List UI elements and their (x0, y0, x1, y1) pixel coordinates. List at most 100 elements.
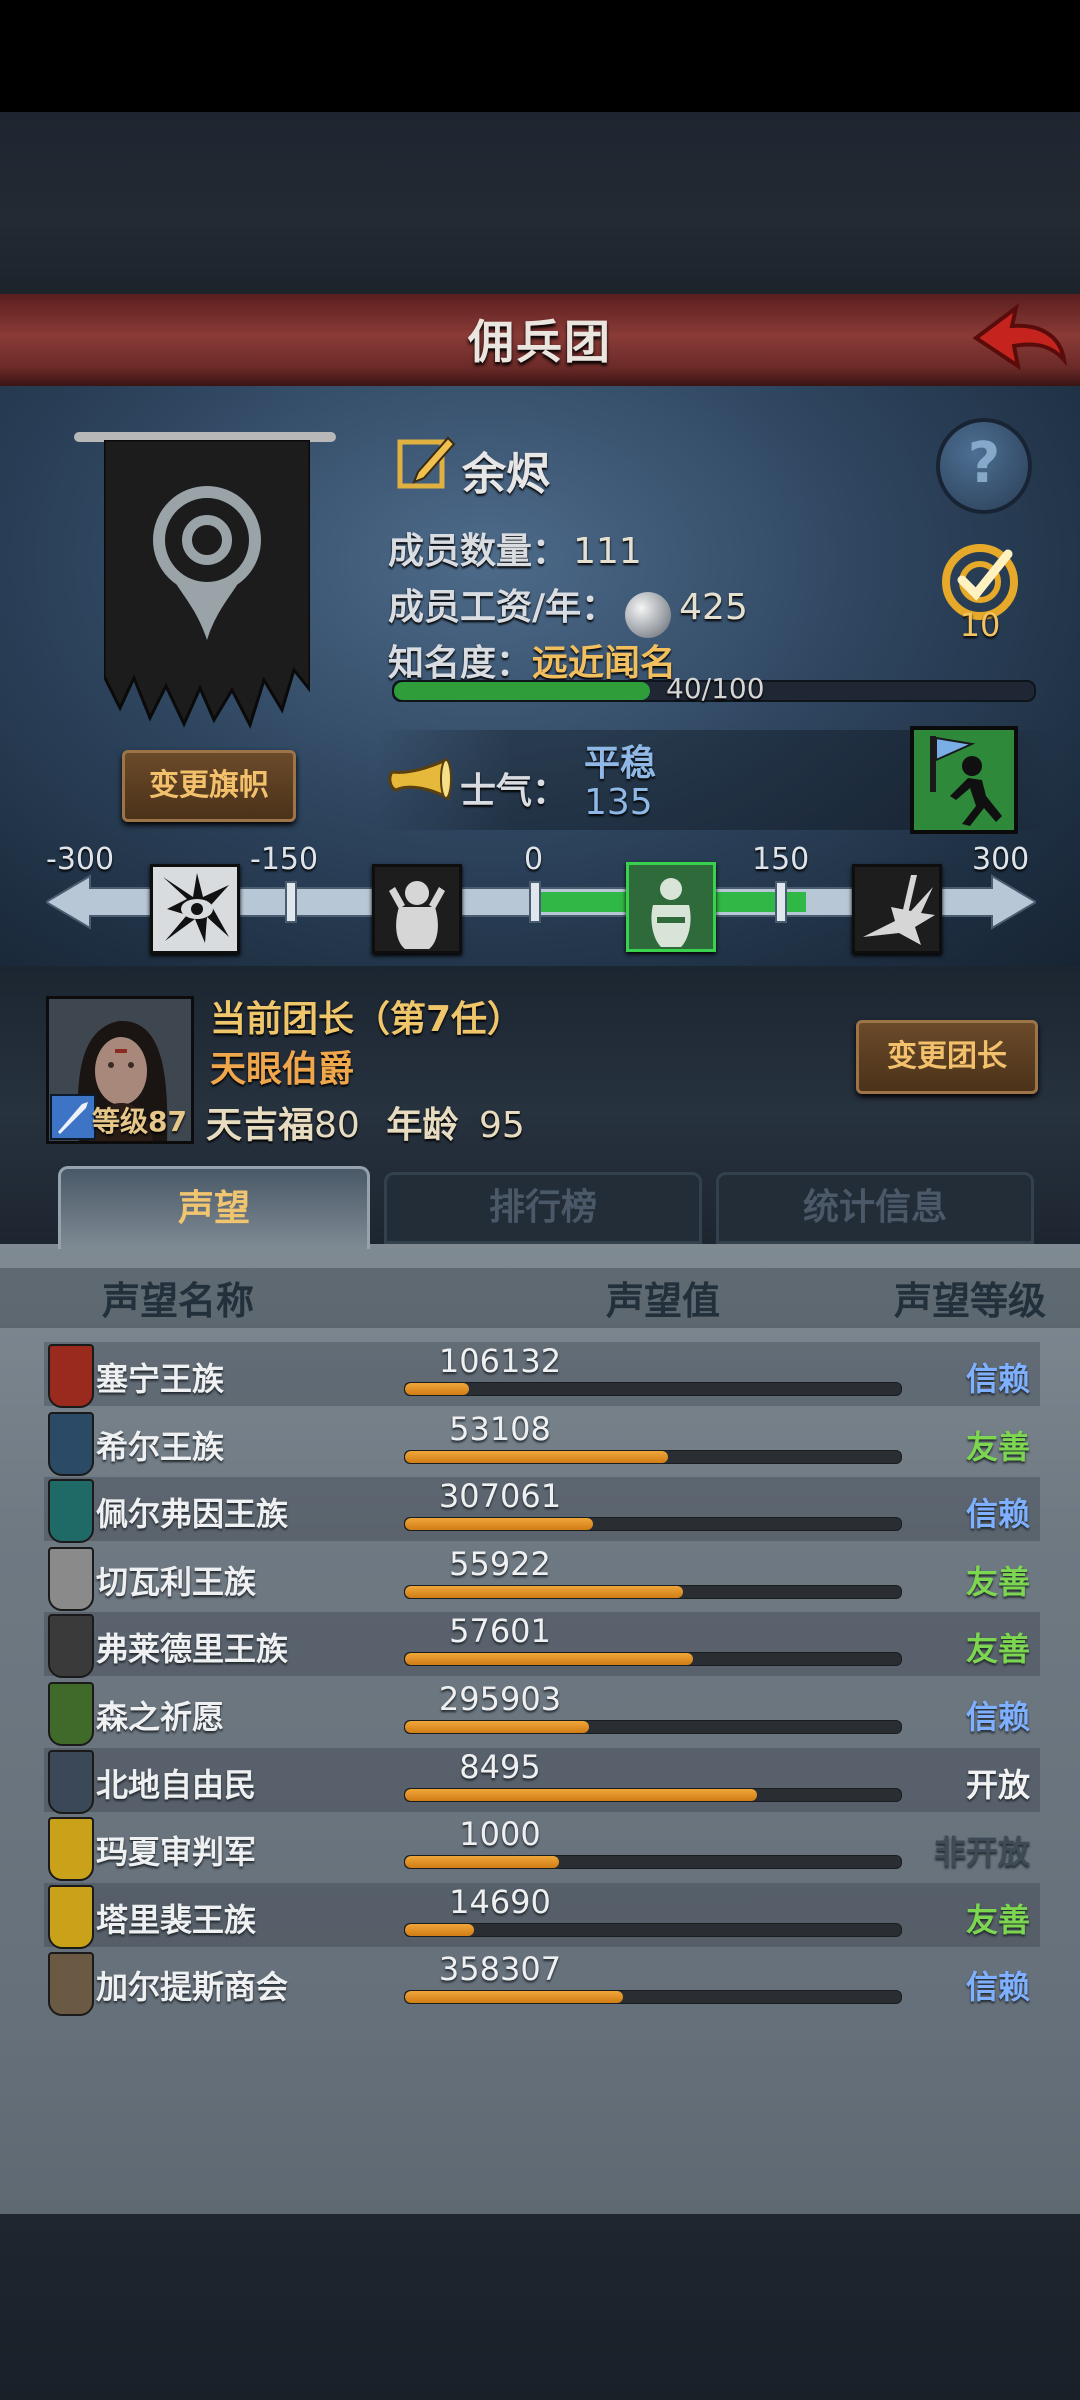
faction-name: 加尔提斯商会 (96, 1968, 289, 2007)
reputation-value: 1000 (459, 1815, 541, 1854)
sword-class-icon (50, 1094, 96, 1140)
faction-name: 弗莱德里王族 (96, 1630, 289, 1669)
reputation-progress-bar (404, 1922, 902, 1937)
back-button[interactable] (968, 300, 1068, 380)
status-bar-area (0, 0, 1080, 112)
faction-name: 希尔王族 (96, 1427, 225, 1466)
reputation-row[interactable]: 玛夏审判军 1000 非开放 (44, 1815, 1040, 1882)
leader-age-value: 95 (478, 1105, 525, 1146)
scale-tick-label: -300 (46, 842, 115, 877)
reputation-progress-fill (405, 1788, 758, 1801)
leader-level: 等级87 (92, 1105, 187, 1138)
change-flag-button[interactable]: 变更旗帜 (122, 750, 296, 822)
reputation-row[interactable]: 塔里裴王族 14690 友善 (44, 1882, 1040, 1949)
page-title: 佣兵团 (468, 315, 612, 369)
faction-crest-icon (48, 1546, 94, 1611)
morale-state-high-icon[interactable] (852, 864, 942, 954)
leader-trait-value: 80 (314, 1105, 360, 1146)
header-backdrop (0, 112, 1080, 294)
header-value: 声望值 (606, 1279, 721, 1323)
guild-banner (102, 438, 312, 730)
reputation-row[interactable]: 加尔提斯商会 358307 信赖 (44, 1950, 1040, 2017)
banner-emblem-icon (102, 438, 312, 729)
reputation-value: 57601 (449, 1612, 551, 1651)
reputation-row[interactable]: 切瓦利王族 55922 友善 (44, 1544, 1040, 1611)
leader-trait-name: 天吉福 (206, 1105, 315, 1146)
edit-name-icon[interactable] (396, 432, 456, 492)
fame-progress-text: 40/100 (666, 672, 765, 705)
fame-progress-fill (394, 682, 650, 700)
morale-value: 135 (584, 782, 653, 823)
reputation-progress-bar (404, 1517, 902, 1532)
reputation-progress-fill (405, 1450, 668, 1463)
reputation-progress-bar (404, 1449, 902, 1464)
reputation-progress-fill (405, 1856, 559, 1869)
tab-reputation[interactable]: 声望 (58, 1166, 370, 1249)
change-leader-button[interactable]: 变更团长 (856, 1020, 1038, 1094)
reputation-level: 信赖 (965, 1968, 1030, 2007)
reputation-row[interactable]: 森之祈愿 295903 信赖 (44, 1680, 1040, 1746)
scale-tick-label: -150 (250, 842, 319, 877)
reputation-progress-fill (405, 1721, 589, 1733)
reputation-row[interactable]: 弗莱德里王族 57601 友善 (44, 1612, 1040, 1679)
scale-tick-label: 150 (752, 842, 810, 877)
reputation-value: 14690 (449, 1882, 551, 1921)
morale-state-panic-icon[interactable] (150, 864, 240, 954)
faction-name: 森之祈愿 (96, 1698, 225, 1736)
reputation-progress-bar (404, 1855, 902, 1870)
leader-heading: 当前团长（第7任） (210, 999, 524, 1040)
morale-skill-icon[interactable] (910, 726, 1018, 834)
fame-value: 远近闻名 (532, 643, 677, 684)
reputation-progress-fill (405, 1991, 624, 2004)
tab-statistics[interactable]: 统计信息 (716, 1172, 1034, 1244)
reputation-level: 友善 (965, 1562, 1030, 1601)
reputation-row[interactable]: 塞宁王族 106132 信赖 (44, 1342, 1040, 1408)
members-label: 成员数量： (388, 531, 569, 572)
morale-state-stable-icon[interactable] (626, 862, 716, 952)
reputation-level: 友善 (965, 1900, 1030, 1939)
leader-title: 天眼伯爵 (210, 1049, 355, 1090)
reputation-progress-bar (404, 1990, 902, 2005)
faction-name: 切瓦利王族 (96, 1562, 257, 1601)
reputation-progress-bar (404, 1382, 902, 1396)
faction-name: 玛夏审判军 (96, 1833, 257, 1872)
reputation-level: 信赖 (965, 1698, 1030, 1736)
flag-runner-icon (910, 726, 1018, 834)
bottom-backdrop (0, 2214, 1080, 2400)
faction-crest-icon (48, 1344, 94, 1408)
header-level: 声望等级 (894, 1279, 1047, 1323)
faction-name: 北地自由民 (96, 1765, 257, 1804)
faction-crest-icon (48, 1952, 94, 2017)
back-arrow-icon (972, 303, 1068, 371)
faction-crest-icon (48, 1411, 94, 1476)
faction-crest-icon (48, 1614, 94, 1679)
morale-label: 士气： (460, 771, 569, 812)
scale-tick-label: 300 (972, 842, 1030, 877)
reputation-row[interactable]: 佩尔弗因王族 307061 信赖 (44, 1477, 1040, 1544)
members-value: 111 (573, 531, 642, 572)
salary-row: 成员工资/年： 425 (388, 578, 748, 638)
morale-status: 平稳 (584, 743, 657, 784)
faction-crest-icon (48, 1749, 94, 1814)
morale-state-despair-icon[interactable] (372, 864, 462, 954)
reputation-row[interactable]: 北地自由民 8495 开放 (44, 1747, 1040, 1814)
reputation-progress-bar (404, 1720, 902, 1734)
help-icon[interactable]: ? (936, 418, 1032, 514)
reputation-row[interactable]: 希尔王族 53108 友善 (44, 1409, 1040, 1476)
tab-ranking[interactable]: 排行榜 (384, 1172, 702, 1244)
faction-name: 塔里裴王族 (96, 1900, 257, 1939)
reputation-value: 53108 (449, 1409, 551, 1448)
guild-name: 余烬 (462, 449, 550, 500)
silver-coin-icon (625, 591, 672, 638)
reputation-level: 开放 (965, 1765, 1030, 1804)
faction-crest-icon (48, 1479, 94, 1544)
reputation-level: 信赖 (965, 1360, 1030, 1398)
reputation-value: 55922 (449, 1544, 551, 1583)
reputation-level: 信赖 (965, 1495, 1030, 1534)
faction-name: 塞宁王族 (96, 1360, 225, 1398)
faction-crest-icon (48, 1817, 94, 1882)
reputation-level: 友善 (965, 1630, 1030, 1669)
reputation-value: 307061 (438, 1477, 562, 1516)
reputation-value: 8495 (459, 1747, 541, 1786)
reputation-progress-bar (404, 1787, 902, 1802)
